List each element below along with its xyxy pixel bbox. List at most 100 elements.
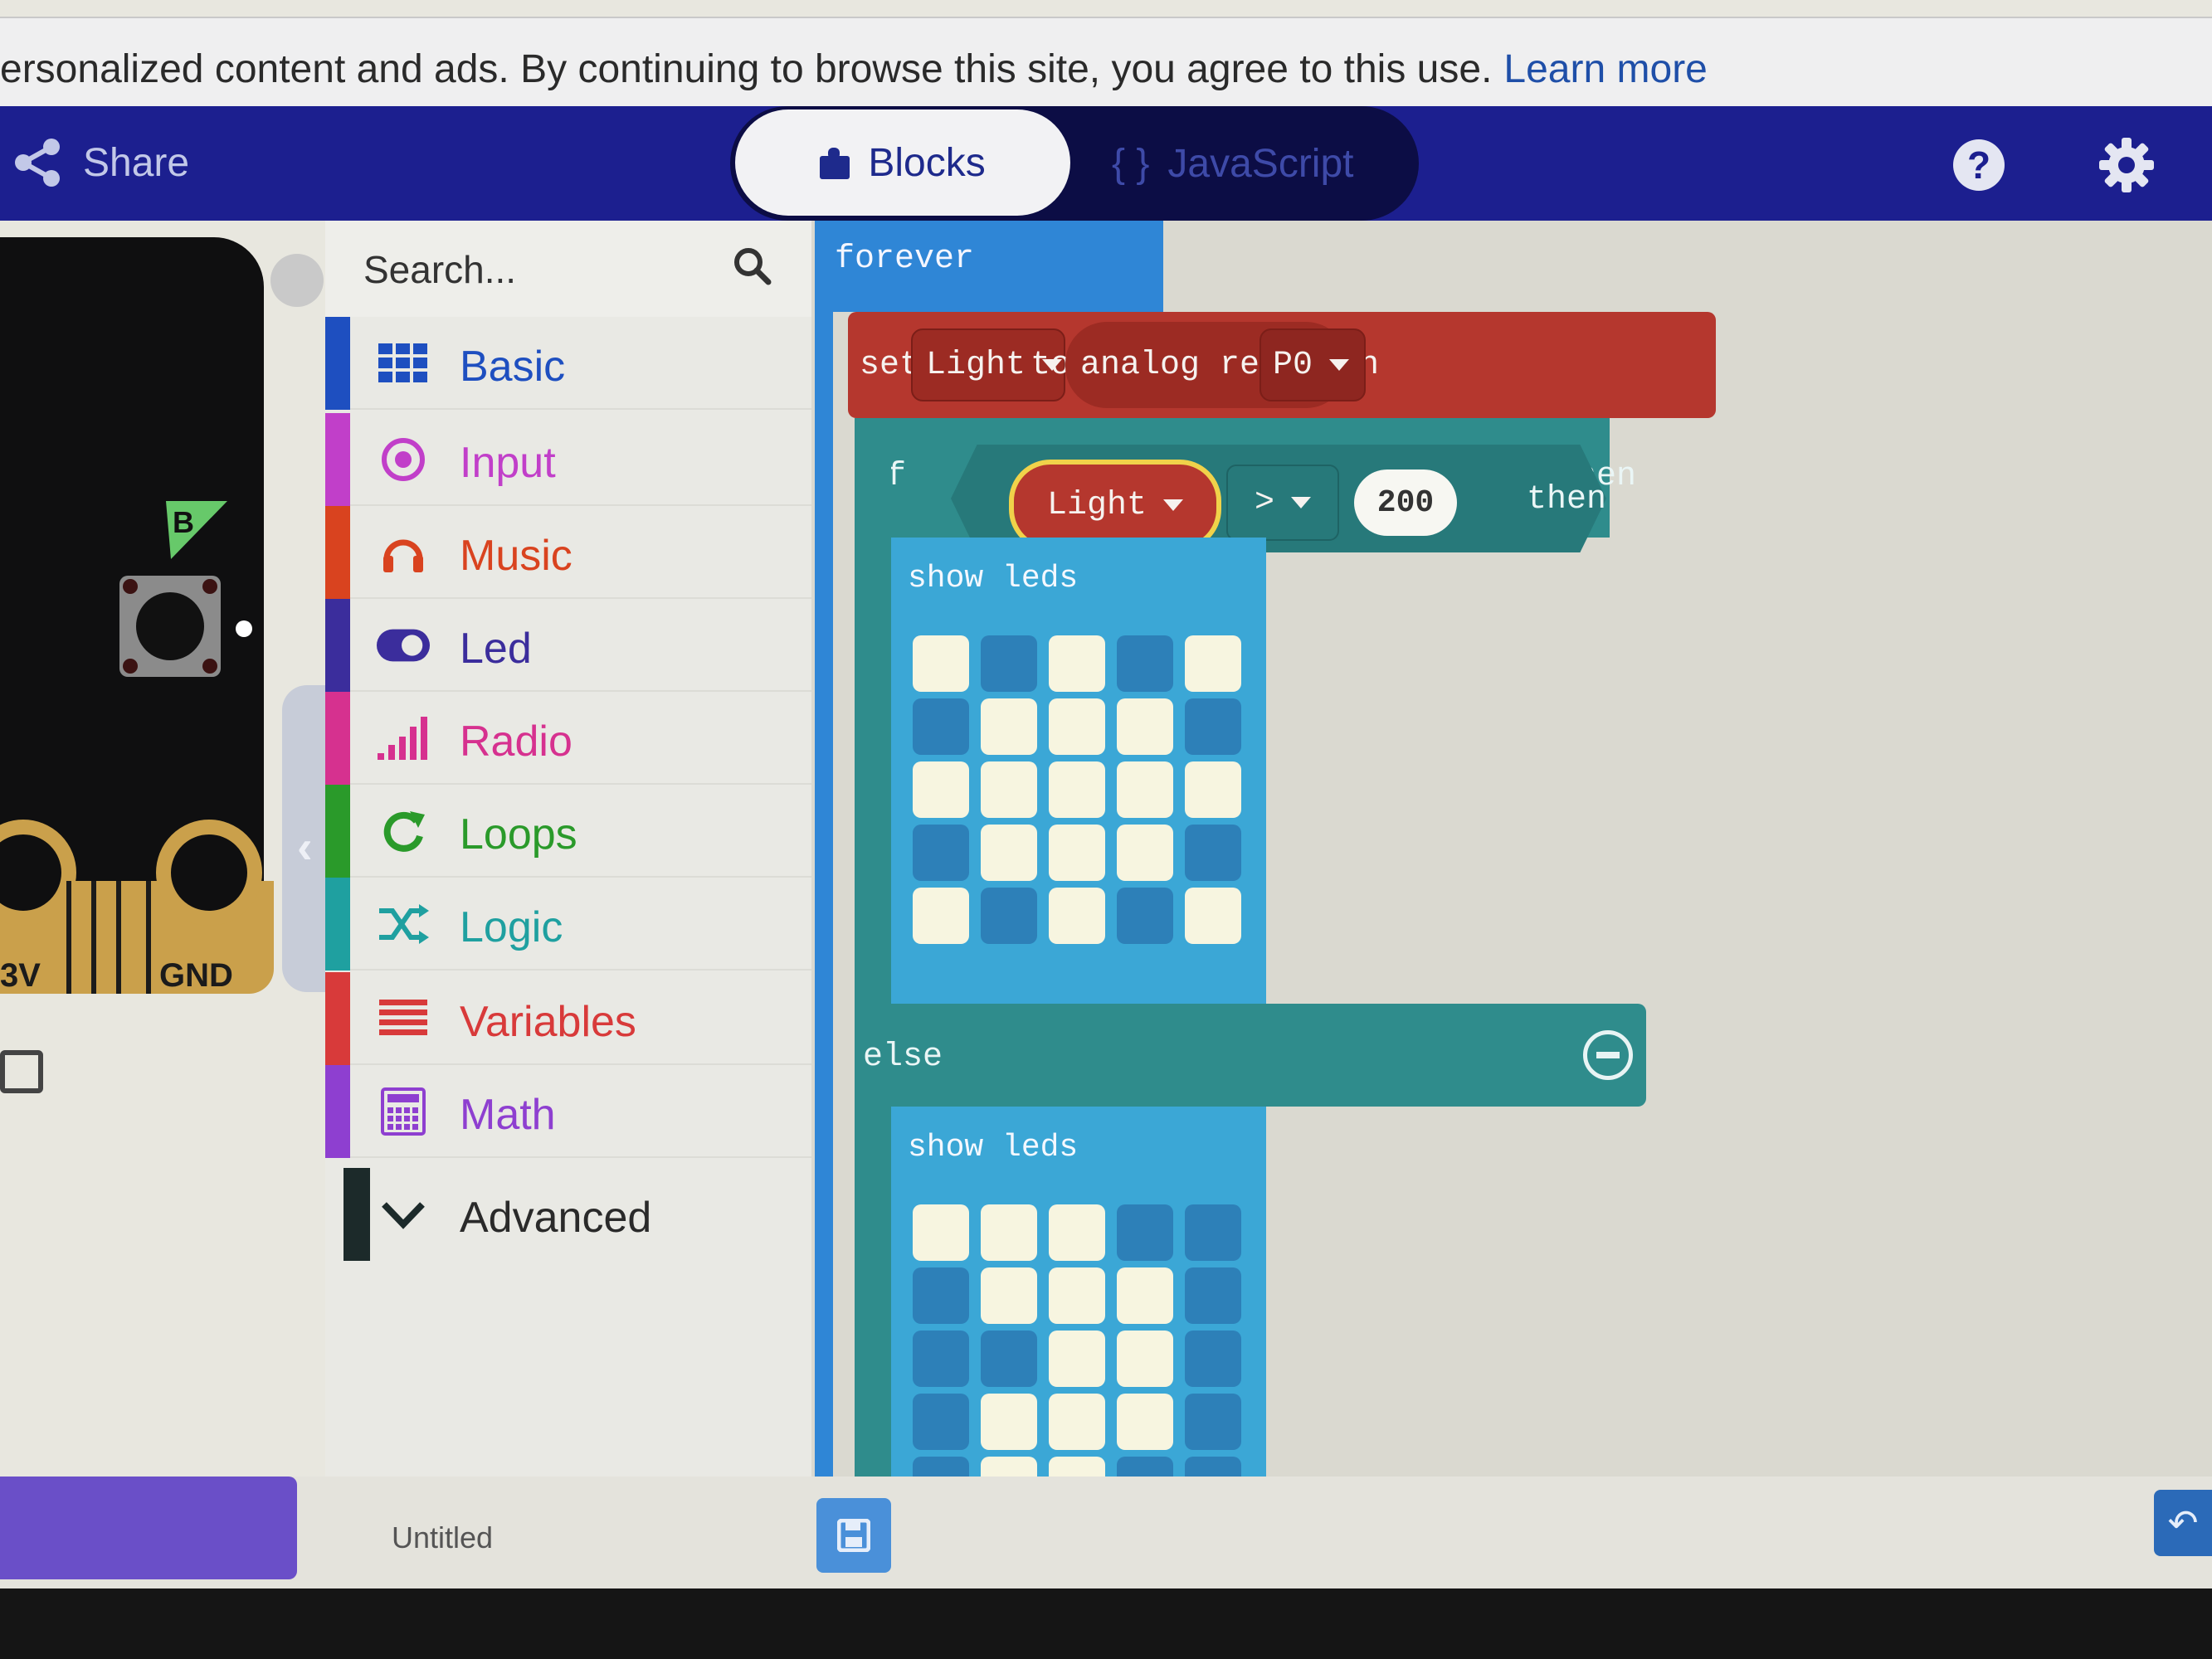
- led-cell[interactable]: [1185, 1394, 1241, 1450]
- help-icon[interactable]: ?: [1953, 139, 2005, 191]
- led-cell[interactable]: [1117, 761, 1173, 818]
- led-cell[interactable]: [981, 698, 1037, 755]
- button-b-cap: [136, 592, 204, 660]
- led-cell[interactable]: [1117, 825, 1173, 881]
- tab-javascript[interactable]: { } JavaScript: [1112, 134, 1354, 192]
- set-variable-value: Light: [926, 346, 1026, 384]
- pin-dropdown[interactable]: P0: [1259, 328, 1366, 401]
- led-cell[interactable]: [981, 1394, 1037, 1450]
- chevron-left-icon[interactable]: ‹: [297, 820, 313, 873]
- tab-blocks[interactable]: Blocks: [735, 109, 1070, 216]
- toolbox-category-basic[interactable]: Basic: [325, 317, 811, 410]
- toolbox-category-loops[interactable]: Loops: [325, 785, 811, 878]
- save-button[interactable]: [816, 1498, 891, 1573]
- category-label: Music: [460, 532, 572, 580]
- led-cell[interactable]: [913, 1394, 969, 1450]
- screw-dot: [123, 579, 138, 594]
- led-cell[interactable]: [981, 635, 1037, 692]
- signal-bars-icon: [377, 713, 430, 763]
- forever-block-arm: [815, 312, 833, 1588]
- button-b[interactable]: [119, 576, 221, 677]
- led-cell[interactable]: [1117, 888, 1173, 944]
- led-cell[interactable]: [1185, 825, 1241, 881]
- toolbox-category-logic[interactable]: Logic: [325, 878, 811, 971]
- led-cell[interactable]: [981, 1331, 1037, 1387]
- led-cell[interactable]: [981, 1204, 1037, 1261]
- category-color-bar: [325, 785, 350, 878]
- button-b-letter: B: [173, 505, 194, 539]
- project-name-input[interactable]: [390, 1520, 742, 1556]
- fullscreen-icon[interactable]: [0, 1050, 43, 1093]
- remove-else-icon[interactable]: [1583, 1030, 1633, 1080]
- led-cell[interactable]: [913, 635, 969, 692]
- threshold-input[interactable]: 200: [1354, 469, 1457, 536]
- forever-block[interactable]: forever: [815, 221, 1163, 312]
- led-cell[interactable]: [913, 761, 969, 818]
- led-cell[interactable]: [1185, 1204, 1241, 1261]
- search-icon[interactable]: [732, 246, 773, 287]
- led-cell[interactable]: [1049, 888, 1105, 944]
- share-button[interactable]: Share: [12, 131, 189, 194]
- pin-gnd-ring[interactable]: [156, 820, 262, 926]
- screw-dot: [123, 659, 138, 674]
- led-cell[interactable]: [981, 1267, 1037, 1324]
- led-cell[interactable]: [913, 825, 969, 881]
- led-cell[interactable]: [1185, 698, 1241, 755]
- led-cell[interactable]: [1049, 635, 1105, 692]
- toolbox-category-math[interactable]: Math: [325, 1065, 811, 1158]
- led-cell[interactable]: [1117, 1331, 1173, 1387]
- toolbox-category-advanced[interactable]: Advanced: [325, 1168, 811, 1261]
- led-cell[interactable]: [1049, 1394, 1105, 1450]
- led-cell[interactable]: [1049, 1204, 1105, 1261]
- led-cell[interactable]: [1185, 1267, 1241, 1324]
- dropdown-arrow-icon: [1329, 359, 1350, 371]
- led-cell[interactable]: [1117, 698, 1173, 755]
- led-cell[interactable]: [1049, 825, 1105, 881]
- connector-stripe: [146, 881, 151, 994]
- operator-dropdown[interactable]: >: [1226, 465, 1339, 541]
- toolbox-category-variables[interactable]: Variables: [325, 972, 811, 1065]
- toolbox: Basic Input Music Led Radio Loops Logic Variabl…: [325, 221, 811, 1588]
- led-cell[interactable]: [1049, 698, 1105, 755]
- led-cell[interactable]: [1049, 1267, 1105, 1324]
- led-cell[interactable]: [981, 825, 1037, 881]
- led-cell[interactable]: [1185, 888, 1241, 944]
- else-section: else: [855, 1004, 1646, 1107]
- toolbox-category-led[interactable]: Led: [325, 599, 811, 692]
- category-label: Logic: [460, 903, 563, 951]
- gear-icon[interactable]: [2098, 136, 2156, 194]
- undo-icon[interactable]: ↶: [2154, 1490, 2212, 1556]
- led-cell[interactable]: [1049, 1331, 1105, 1387]
- led-cell[interactable]: [1185, 635, 1241, 692]
- led-cell[interactable]: [1117, 1394, 1173, 1450]
- blocks-workspace[interactable]: forever set Light to analog read pin P0 …: [811, 221, 2212, 1588]
- led-cell[interactable]: [1185, 1331, 1241, 1387]
- download-button[interactable]: [0, 1477, 297, 1579]
- cookie-text: ersonalized content and ads. By continui…: [0, 46, 1708, 92]
- led-cell[interactable]: [913, 698, 969, 755]
- headphones-icon: [377, 528, 430, 577]
- learn-more-link[interactable]: Learn more: [1503, 47, 1707, 91]
- led-cell[interactable]: [981, 888, 1037, 944]
- led-cell[interactable]: [1117, 635, 1173, 692]
- led-cell[interactable]: [913, 1204, 969, 1261]
- led-cell[interactable]: [1049, 761, 1105, 818]
- pin-gnd-label: GND: [159, 957, 233, 994]
- search-input[interactable]: [362, 237, 730, 302]
- led-cell[interactable]: [913, 1267, 969, 1324]
- category-divider: [350, 1156, 811, 1158]
- led-cell[interactable]: [913, 888, 969, 944]
- set-variable-block[interactable]: set Light to analog read pin P0: [848, 312, 1716, 418]
- show-leds-block-then[interactable]: show leds: [891, 538, 1266, 1004]
- scroll-knob[interactable]: [270, 254, 324, 307]
- toolbox-category-music[interactable]: Music: [325, 506, 811, 599]
- screw-dot: [202, 659, 217, 674]
- save-icon: [837, 1519, 870, 1552]
- toolbox-category-input[interactable]: Input: [325, 413, 811, 506]
- led-cell[interactable]: [981, 761, 1037, 818]
- led-cell[interactable]: [1117, 1204, 1173, 1261]
- toolbox-category-radio[interactable]: Radio: [325, 692, 811, 785]
- led-cell[interactable]: [1185, 761, 1241, 818]
- led-cell[interactable]: [1117, 1267, 1173, 1324]
- led-cell[interactable]: [913, 1331, 969, 1387]
